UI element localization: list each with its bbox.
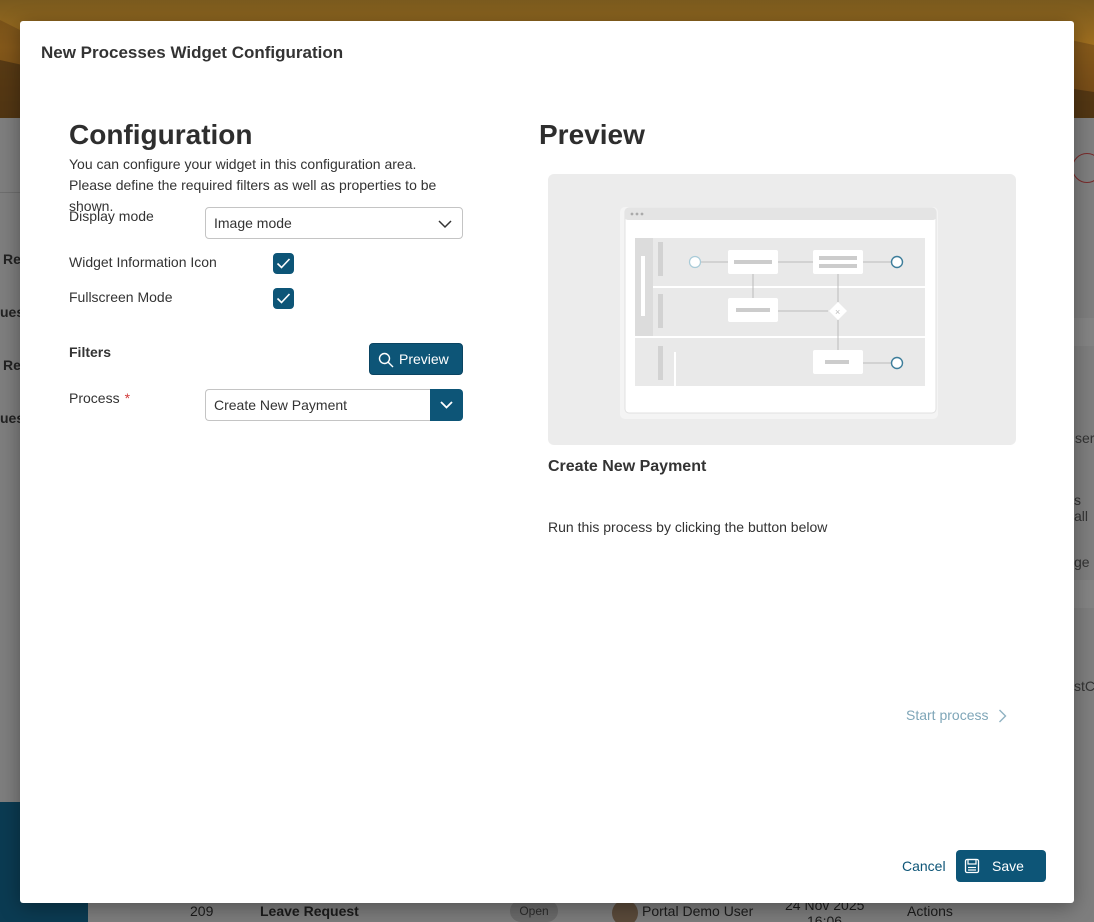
chevron-right-icon [999,709,1007,723]
fullscreen-mode-row: Fullscreen Mode [69,288,463,310]
preview-panel: Preview [539,119,1019,151]
actions-menu: Actions [907,903,953,919]
display-mode-row: Display mode Image mode [69,207,463,239]
bg-label: stC [1074,678,1094,694]
required-marker: * [124,390,131,406]
preview-button[interactable]: Preview [369,343,463,375]
check-icon [276,293,291,304]
fullscreen-mode-checkbox[interactable] [273,288,294,309]
table-cell-time: 16:06 [807,913,843,922]
table-cell-id: 209 [190,903,214,919]
fullscreen-mode-label: Fullscreen Mode [69,289,173,305]
table-cell-name: Leave Request [260,903,359,919]
start-process-link[interactable]: Start process [906,707,1007,723]
start-process-label: Start process [906,707,989,723]
display-mode-label: Display mode [69,208,154,224]
check-icon [276,258,291,269]
save-button[interactable]: Save [956,850,1046,882]
widget-info-icon-row: Widget Information Icon [69,253,463,275]
process-diagram-illustration: × [620,207,938,419]
process-combobox[interactable]: Create New Payment [205,389,463,421]
save-icon [964,858,980,874]
widget-info-icon-checkbox[interactable] [273,253,294,274]
avatar [612,900,638,922]
process-label: Process * [69,390,130,406]
preview-heading: Preview [539,119,645,150]
process-input[interactable]: Create New Payment [205,389,431,421]
process-preview-image: × [548,174,1016,445]
filters-row: Filters Preview [69,343,463,375]
bg-label: Re [3,357,21,373]
status-badge: Open [510,900,558,922]
display-mode-value: Image mode [214,215,292,231]
widget-configuration-dialog: New Processes Widget Configuration Confi… [20,21,1074,903]
table-cell-user: Portal Demo User [642,903,754,919]
process-row: Process * Create New Payment [69,389,463,421]
bg-label: Re [3,251,21,267]
process-value: Create New Payment [214,397,348,413]
configuration-panel: Configuration You can configure your wid… [69,119,463,217]
preview-button-label: Preview [399,351,449,367]
display-mode-dropdown[interactable]: Image mode [205,207,463,239]
trash-icon [1072,153,1094,183]
bg-label: ge [1074,554,1090,570]
chevron-down-icon [440,401,453,409]
cancel-button[interactable]: Cancel [902,858,946,874]
process-dropdown-button[interactable] [430,389,463,421]
search-icon [378,352,394,368]
process-label-text: Process [69,390,120,406]
preview-process-name: Create New Payment [548,458,707,475]
preview-description: Run this process by clicking the button … [548,519,828,535]
filters-label: Filters [69,344,112,360]
widget-info-icon-label: Widget Information Icon [69,254,217,270]
svg-text:×: × [835,307,840,317]
dialog-title: New Processes Widget Configuration [41,43,344,62]
chevron-down-icon [438,220,452,229]
bg-label: s all [1074,492,1089,524]
bg-label: ser [1075,430,1094,446]
configuration-heading: Configuration [69,119,253,150]
save-button-label: Save [992,858,1024,874]
